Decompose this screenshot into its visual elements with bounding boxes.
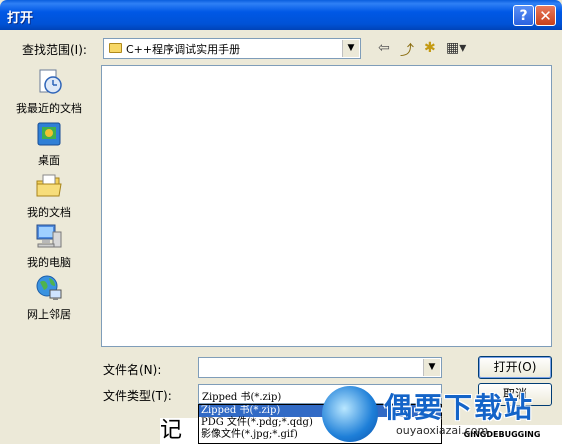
open-dialog: 打开 ? ✕ 查找范围(I): C++程序调试实用手册 ▼ ⇦ ⤴ ✱ ▦▾ 我… [0, 0, 562, 444]
filetype-label: 文件类型(T): [103, 389, 172, 403]
dialog-title: 打开 [7, 11, 34, 26]
watermark-logo-icon [322, 386, 378, 442]
title-bar[interactable]: 打开 ? ✕ [0, 0, 562, 30]
open-button[interactable]: 打开(O) [478, 356, 552, 379]
my-documents-icon [35, 172, 63, 200]
desktop-icon [35, 120, 63, 148]
my-computer-icon [35, 222, 63, 250]
recent-documents-icon [35, 68, 63, 96]
places-bar: 我最近的文档 桌面 我的文档 我的电脑 网上邻居 [5, 64, 93, 347]
lookin-label: 查找范围(I): [22, 43, 87, 57]
file-list[interactable] [101, 65, 552, 347]
place-label: 网上邻居 [27, 308, 71, 321]
lookin-combo[interactable]: C++程序调试实用手册 ▼ [103, 38, 361, 59]
place-recent[interactable]: 我最近的文档 [5, 68, 93, 116]
filename-label: 文件名(N): [103, 363, 162, 377]
background-fragment-left: 记 [160, 418, 200, 444]
place-my-computer[interactable]: 我的电脑 [5, 222, 93, 270]
help-button[interactable]: ? [513, 5, 534, 26]
views-menu-icon[interactable]: ▦▾ [446, 40, 466, 56]
chevron-down-icon[interactable]: ▼ [423, 359, 440, 376]
watermark: 偶要下载站 ouyaoxiazai.com [322, 382, 560, 444]
close-button[interactable]: ✕ [535, 5, 556, 26]
up-folder-icon[interactable]: ⤴ [400, 40, 414, 60]
watermark-brand: 偶要下载站 [384, 391, 535, 424]
place-my-documents[interactable]: 我的文档 [5, 172, 93, 220]
network-places-icon [35, 274, 63, 302]
place-network[interactable]: 网上邻居 [5, 274, 93, 322]
watermark-url: ouyaoxiazai.com [396, 424, 489, 437]
filename-input[interactable]: ▼ [198, 357, 442, 378]
place-label: 我最近的文档 [16, 102, 82, 115]
new-folder-icon[interactable]: ✱ [424, 40, 436, 56]
place-desktop[interactable]: 桌面 [5, 120, 93, 168]
place-label: 我的文档 [27, 206, 71, 219]
chevron-down-icon[interactable]: ▼ [342, 40, 359, 57]
lookin-value: C++程序调试实用手册 [126, 43, 241, 56]
place-label: 桌面 [38, 154, 60, 167]
folder-icon [109, 43, 122, 53]
place-label: 我的电脑 [27, 256, 71, 269]
filetype-value: Zipped 书(*.zip) [202, 392, 282, 403]
back-icon[interactable]: ⇦ [378, 40, 390, 56]
